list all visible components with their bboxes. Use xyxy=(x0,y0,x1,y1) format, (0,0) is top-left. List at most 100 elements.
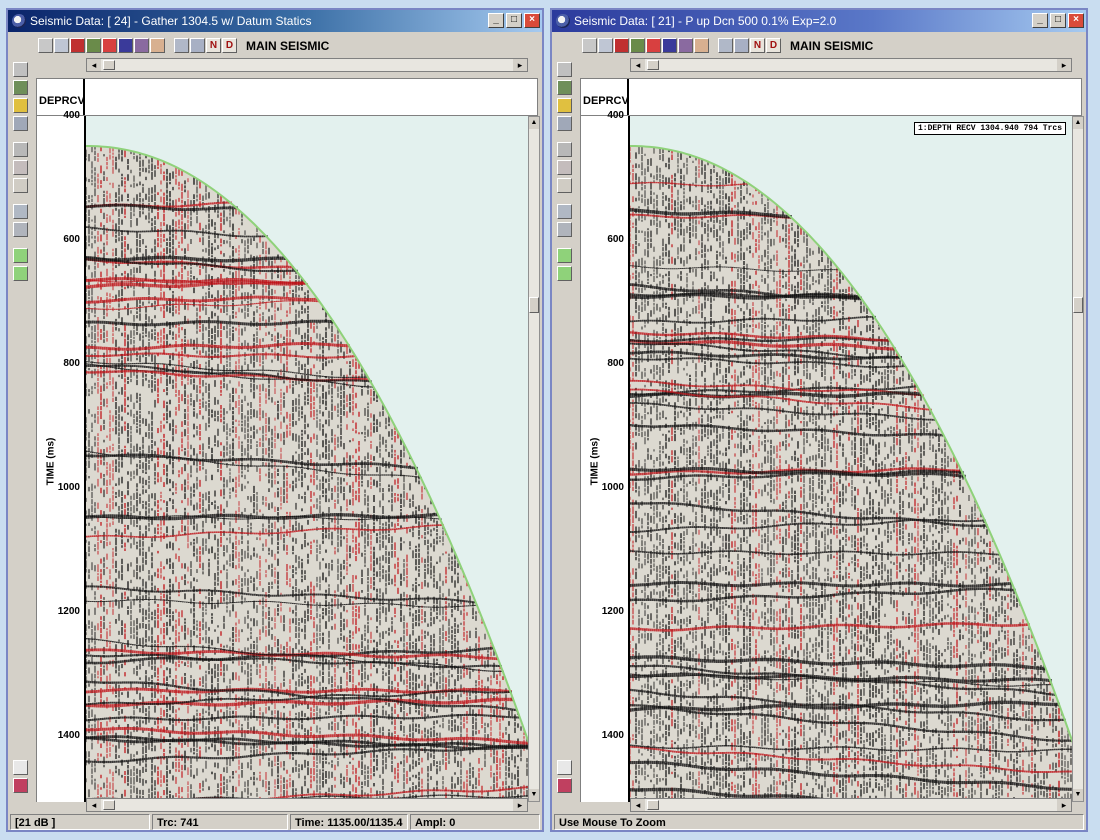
zoom-tool-icon[interactable] xyxy=(86,38,101,53)
vertical-scrollbar[interactable]: ▲ ▼ xyxy=(1072,116,1084,802)
scroll-left-icon[interactable]: ◂ xyxy=(87,59,101,71)
scroll-thumb[interactable] xyxy=(647,60,659,70)
gather-tool-icon[interactable] xyxy=(678,38,693,53)
title-bar[interactable]: Seismic Data: [ 21] - P up Dcn 500 0.1% … xyxy=(552,10,1086,32)
status-trace: Trc: 741 xyxy=(152,814,288,830)
s-tool-icon[interactable] xyxy=(557,266,572,281)
cursor-tool-icon[interactable] xyxy=(13,760,28,775)
close-button[interactable]: × xyxy=(524,13,540,28)
box-tool-icon[interactable] xyxy=(557,98,572,113)
vertical-scrollbar[interactable]: ▲ ▼ xyxy=(528,116,540,802)
maximize-button[interactable]: □ xyxy=(506,13,522,28)
n-button[interactable]: N xyxy=(206,38,221,53)
seismic-texture xyxy=(86,145,528,802)
n-button[interactable]: N xyxy=(750,38,765,53)
d-button[interactable]: D xyxy=(766,38,781,53)
header-panel: DEPRCV xyxy=(36,78,538,116)
window-title: Seismic Data: [ 21] - P up Dcn 500 0.1% … xyxy=(574,14,837,28)
display-tool-icon[interactable] xyxy=(582,38,597,53)
trace-tool-icon[interactable] xyxy=(557,142,572,157)
header-label: DEPRCV xyxy=(39,95,85,107)
trace-tool-icon[interactable] xyxy=(13,142,28,157)
pick-tool-icon[interactable] xyxy=(718,38,733,53)
mute-tool-icon[interactable] xyxy=(557,160,572,175)
horizontal-scrollbar-top[interactable]: ◂ ▸ xyxy=(86,58,528,72)
filter-tool-icon[interactable] xyxy=(734,38,749,53)
seismic-plot[interactable] xyxy=(84,116,528,802)
filter-tool-icon[interactable] xyxy=(190,38,205,53)
link-tool-icon[interactable] xyxy=(557,116,572,131)
stack-tool-icon[interactable] xyxy=(557,204,572,219)
red-tool-icon[interactable] xyxy=(646,38,661,53)
y-tick: 1000 xyxy=(601,482,624,493)
print-tool-icon[interactable] xyxy=(557,778,572,793)
horizontal-scrollbar-bottom[interactable]: ◂ ▸ xyxy=(630,798,1072,812)
red-tool-icon[interactable] xyxy=(102,38,117,53)
seismic-plot[interactable]: 1:DEPTH RECV 1304.940 794 Trcs xyxy=(628,116,1072,802)
minimize-button[interactable]: _ xyxy=(1032,13,1048,28)
pencil-tool-icon[interactable] xyxy=(557,80,572,95)
wiggle-tool-icon[interactable] xyxy=(54,38,69,53)
zoom-tool-icon[interactable] xyxy=(630,38,645,53)
scroll-thumb[interactable] xyxy=(647,800,659,810)
minimize-button[interactable]: _ xyxy=(488,13,504,28)
y-tick: 1000 xyxy=(57,482,80,493)
print-tool-icon[interactable] xyxy=(13,778,28,793)
horizontal-scrollbar-top[interactable]: ◂ ▸ xyxy=(630,58,1072,72)
color-tool-icon[interactable] xyxy=(614,38,629,53)
pick-tool-icon[interactable] xyxy=(174,38,189,53)
scroll-up-icon[interactable]: ▲ xyxy=(529,117,539,129)
scroll-left-icon[interactable]: ◂ xyxy=(87,799,101,811)
scroll-right-icon[interactable]: ▸ xyxy=(513,799,527,811)
header-tool-icon[interactable] xyxy=(694,38,709,53)
header-tool-icon[interactable] xyxy=(150,38,165,53)
mute-tool-icon[interactable] xyxy=(13,160,28,175)
scroll-thumb[interactable] xyxy=(529,297,539,313)
title-bar[interactable]: Seismic Data: [ 24] - Gather 1304.5 w/ D… xyxy=(8,10,542,32)
window-tool-icon[interactable] xyxy=(13,178,28,193)
scroll-down-icon[interactable]: ▼ xyxy=(1073,789,1083,801)
window-title: Seismic Data: [ 24] - Gather 1304.5 w/ D… xyxy=(30,14,312,28)
scroll-thumb[interactable] xyxy=(103,60,115,70)
y-tick: 800 xyxy=(63,358,80,369)
y-axis-label: TIME (ms) xyxy=(589,437,601,486)
spectrum-tool-icon[interactable] xyxy=(662,38,677,53)
display-tool-icon[interactable] xyxy=(38,38,53,53)
link-tool-icon[interactable] xyxy=(13,116,28,131)
scroll-down-icon[interactable]: ▼ xyxy=(529,789,539,801)
spectrum-tool-icon[interactable] xyxy=(118,38,133,53)
d-button[interactable]: D xyxy=(222,38,237,53)
y-tick: 1400 xyxy=(57,730,80,741)
scroll-thumb[interactable] xyxy=(103,800,115,810)
wiggle-tool-icon[interactable] xyxy=(598,38,613,53)
close-button[interactable]: × xyxy=(1068,13,1084,28)
window-tool-icon[interactable] xyxy=(557,178,572,193)
green-tool-icon[interactable] xyxy=(557,248,572,263)
seismic-window-deconvolved: Seismic Data: [ 21] - P up Dcn 500 0.1% … xyxy=(550,8,1088,832)
color-tool-icon[interactable] xyxy=(70,38,85,53)
y-tick: 400 xyxy=(607,110,624,121)
select-tool-icon[interactable] xyxy=(557,62,572,77)
s-tool-icon[interactable] xyxy=(13,266,28,281)
select-tool-icon[interactable] xyxy=(13,62,28,77)
trace-annotation: 1:DEPTH RECV 1304.940 794 Trcs xyxy=(913,122,1066,135)
scroll-left-icon[interactable]: ◂ xyxy=(631,59,645,71)
app-icon xyxy=(12,14,26,28)
scroll-right-icon[interactable]: ▸ xyxy=(1057,59,1071,71)
cursor-tool-icon[interactable] xyxy=(557,760,572,775)
scroll-right-icon[interactable]: ▸ xyxy=(513,59,527,71)
scroll-thumb[interactable] xyxy=(1073,297,1083,313)
scroll-right-icon[interactable]: ▸ xyxy=(1057,799,1071,811)
pencil-tool-icon[interactable] xyxy=(13,80,28,95)
velocity-tool-icon[interactable] xyxy=(13,222,28,237)
box-tool-icon[interactable] xyxy=(13,98,28,113)
scroll-up-icon[interactable]: ▲ xyxy=(1073,117,1083,129)
gather-tool-icon[interactable] xyxy=(134,38,149,53)
stack-tool-icon[interactable] xyxy=(13,204,28,219)
green-tool-icon[interactable] xyxy=(13,248,28,263)
velocity-tool-icon[interactable] xyxy=(557,222,572,237)
maximize-button[interactable]: □ xyxy=(1050,13,1066,28)
y-tick: 800 xyxy=(607,358,624,369)
scroll-left-icon[interactable]: ◂ xyxy=(631,799,645,811)
horizontal-scrollbar-bottom[interactable]: ◂ ▸ xyxy=(86,798,528,812)
